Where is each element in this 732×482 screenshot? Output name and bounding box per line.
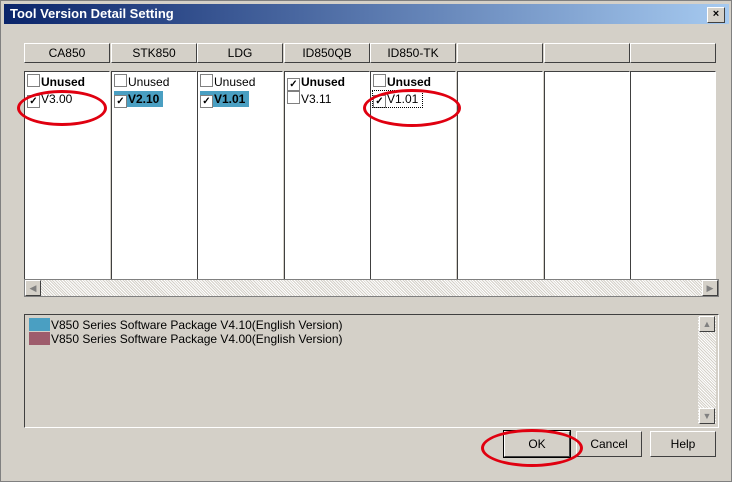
checkbox-icon[interactable] bbox=[114, 74, 127, 87]
version-label: Unused bbox=[128, 75, 170, 89]
version-item[interactable]: V3.11 bbox=[287, 91, 335, 107]
version-label: V1.01 bbox=[214, 92, 246, 106]
checked-checkbox-icon[interactable]: ✓ bbox=[114, 95, 127, 108]
package-label: V850 Series Software Package V4.10(Engli… bbox=[51, 318, 343, 332]
version-list-2[interactable]: Unused ✓ V1.01 bbox=[197, 71, 283, 281]
help-button[interactable]: Help bbox=[650, 431, 716, 457]
tool-version-dialog: Tool Version Detail Setting × CA850 Unuse… bbox=[0, 0, 732, 482]
version-label: V2.10 bbox=[128, 92, 160, 106]
version-label: Unused bbox=[301, 75, 346, 89]
package-item[interactable]: V850 Series Software Package V4.10(Engli… bbox=[29, 318, 343, 332]
column-header-0[interactable]: CA850 bbox=[24, 43, 110, 63]
version-item[interactable]: Unused bbox=[373, 74, 435, 90]
column-header-1[interactable]: STK850 bbox=[111, 43, 197, 63]
column-header-2[interactable]: LDG bbox=[197, 43, 283, 63]
cancel-button[interactable]: Cancel bbox=[576, 431, 642, 457]
package-label: V850 Series Software Package V4.00(Engli… bbox=[51, 332, 343, 346]
version-item[interactable]: ✓ V1.01 bbox=[371, 90, 424, 108]
package-color-swatch bbox=[29, 318, 50, 331]
checked-checkbox-icon[interactable]: ✓ bbox=[27, 95, 40, 108]
close-button[interactable]: × bbox=[707, 7, 725, 23]
checkbox-icon[interactable] bbox=[287, 91, 300, 104]
version-label: V3.00 bbox=[41, 92, 73, 106]
version-list-6[interactable] bbox=[544, 71, 630, 281]
version-label: Unused bbox=[387, 75, 432, 89]
version-item[interactable]: ✓ Unused bbox=[287, 74, 349, 91]
checkbox-icon[interactable] bbox=[27, 74, 40, 87]
version-item[interactable]: Unused bbox=[27, 74, 89, 90]
scroll-up-button[interactable]: ▲ bbox=[699, 316, 715, 332]
scroll-right-button[interactable]: ▶ bbox=[702, 280, 718, 296]
version-list-7[interactable] bbox=[630, 71, 716, 281]
version-label: Unused bbox=[214, 75, 256, 89]
checkbox-icon[interactable] bbox=[200, 74, 213, 87]
checked-checkbox-icon[interactable]: ✓ bbox=[373, 95, 386, 108]
version-item[interactable]: ✓ V2.10 bbox=[114, 91, 164, 108]
scroll-left-button[interactable]: ◀ bbox=[25, 280, 41, 296]
title-bar[interactable]: Tool Version Detail Setting × bbox=[4, 4, 729, 24]
version-item[interactable]: ✓ V3.00 bbox=[27, 91, 76, 108]
checked-checkbox-icon[interactable]: ✓ bbox=[287, 78, 300, 91]
version-list-5[interactable] bbox=[457, 71, 543, 281]
scroll-down-button[interactable]: ▼ bbox=[699, 408, 715, 424]
vertical-scrollbar[interactable]: ▲ ▼ bbox=[698, 316, 716, 424]
version-item[interactable]: Unused bbox=[200, 74, 259, 90]
package-color-swatch bbox=[29, 332, 50, 345]
version-list-1[interactable]: Unused ✓ V2.10 bbox=[111, 71, 197, 281]
version-label: V1.01 bbox=[387, 92, 419, 106]
column-header-4[interactable]: ID850-TK bbox=[370, 43, 456, 63]
package-list: V850 Series Software Package V4.10(Engli… bbox=[26, 316, 694, 424]
column-header-6[interactable] bbox=[544, 43, 630, 63]
column-header-3[interactable]: ID850QB bbox=[284, 43, 370, 63]
window-title: Tool Version Detail Setting bbox=[10, 6, 174, 21]
column-header-5[interactable] bbox=[457, 43, 543, 63]
version-item[interactable]: ✓ V1.01 bbox=[200, 91, 250, 108]
tool-version-grid: CA850 Unused ✓ V3.00 STK850 Unused ✓ V2.10 LDG Un… bbox=[24, 43, 717, 281]
package-list-box: V850 Series Software Package V4.10(Engli… bbox=[24, 314, 719, 428]
ok-button[interactable]: OK bbox=[503, 430, 571, 458]
version-item[interactable]: Unused bbox=[114, 74, 173, 90]
horizontal-scrollbar[interactable]: ◀ ▶ bbox=[24, 279, 719, 297]
version-list-4[interactable]: Unused ✓ V1.01 bbox=[370, 71, 456, 281]
version-label: V3.11 bbox=[301, 92, 332, 106]
checkbox-icon[interactable] bbox=[373, 74, 386, 87]
version-list-3[interactable]: ✓ Unused V3.11 bbox=[284, 71, 370, 281]
checked-checkbox-icon[interactable]: ✓ bbox=[200, 95, 213, 108]
column-header-7[interactable] bbox=[630, 43, 716, 63]
package-item[interactable]: V850 Series Software Package V4.00(Engli… bbox=[29, 332, 343, 346]
version-list-0[interactable]: Unused ✓ V3.00 bbox=[24, 71, 110, 281]
version-label: Unused bbox=[41, 75, 86, 89]
